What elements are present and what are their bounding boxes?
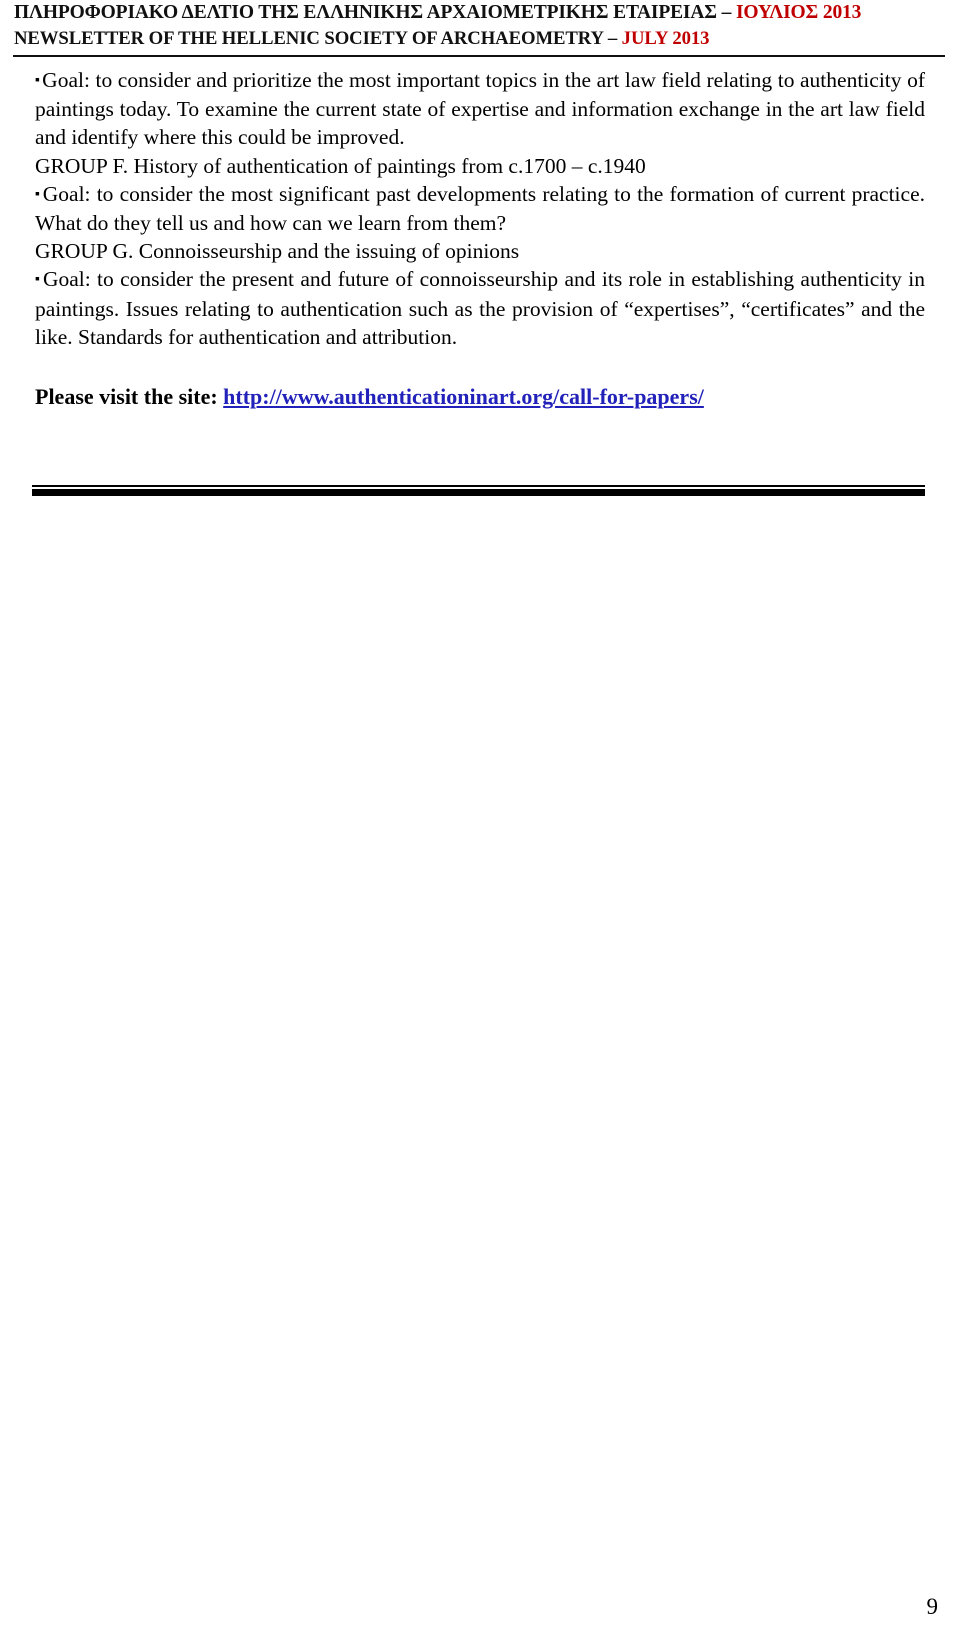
paragraph-goal-art-law: ▪Goal: to consider and prioritize the mo… — [35, 66, 925, 152]
paragraph-goal-art-law-text: Goal: to consider and prioritize the mos… — [35, 68, 925, 150]
header-title-english: NEWSLETTER OF THE HELLENIC SOCIETY OF AR… — [14, 29, 709, 48]
header-title-english-text: NEWSLETTER OF THE HELLENIC SOCIETY OF AR… — [14, 28, 622, 49]
heading-group-g-text: GROUP G. Connoisseurship and the issuing… — [35, 239, 520, 264]
heading-group-g: GROUP G. Connoisseurship and the issuing… — [35, 237, 925, 265]
heading-group-f: GROUP F. History of authentication of pa… — [35, 152, 925, 180]
header-date-english: JULY 2013 — [621, 28, 710, 49]
header-divider-rule — [13, 55, 945, 57]
heading-group-f-text: GROUP F. History of authentication of pa… — [35, 153, 646, 178]
call-for-papers-link[interactable]: http://www.authenticationinart.org/call-… — [223, 384, 704, 409]
bullet-icon: ▪ — [35, 272, 41, 288]
header-date-greek: ΙΟΥΛΙΟΣ 2013 — [735, 2, 862, 23]
header-title-greek-text: ΠΛΗΡΟΦΟΡΙΑΚΟ ΔΕΛΤΙΟ ΤΗΣ ΕΛΛΗΝΙΚΗΣ ΑΡΧΑΙΟ… — [14, 2, 736, 23]
visit-site-label: Please visit the site: — [35, 384, 224, 409]
footer-rule-thick — [32, 489, 925, 496]
visit-site-line: Please visit the site: http://www.authen… — [35, 383, 704, 411]
paragraph-goal-history-text: Goal: to consider the most significant p… — [35, 181, 925, 236]
paragraph-goal-history: ▪Goal: to consider the most significant … — [35, 180, 925, 237]
document-body: ▪ Goal: to consider and prioritize the mo… — [35, 66, 925, 351]
header-title-greek: ΠΛΗΡΟΦΟΡΙΑΚΟ ΔΕΛΤΙΟ ΤΗΣ ΕΛΛΗΝΙΚΗΣ ΑΡΧΑΙΟ… — [14, 3, 861, 23]
footer-divider-rule — [32, 485, 925, 496]
paragraph-goal-connoisseurship-text: Goal: to consider the present and future… — [35, 267, 925, 349]
page-number: 9 — [926, 1594, 939, 1619]
paragraph-goal-connoisseurship: ▪Goal: to consider the present and futur… — [35, 265, 925, 351]
bullet-icon: ▪ — [35, 186, 41, 202]
